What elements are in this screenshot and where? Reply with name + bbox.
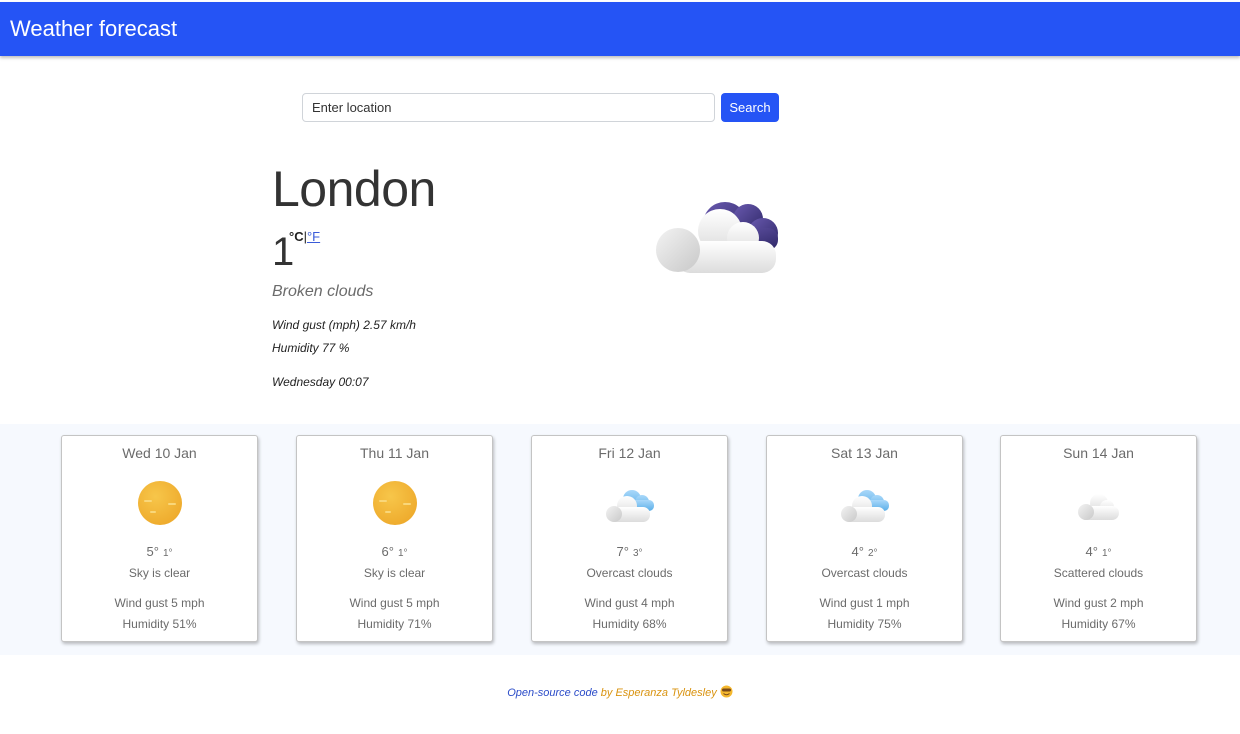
weather-description: Broken clouds: [272, 283, 374, 300]
app-title[interactable]: Weather forecast: [10, 16, 177, 42]
forecast-temps: 5° 1°: [62, 544, 257, 559]
forecast-temps: 6° 1°: [297, 544, 492, 559]
open-source-code-link[interactable]: Open-source code: [507, 687, 598, 699]
forecast-low: 1°: [1101, 548, 1112, 559]
forecast-humidity: Humidity 51%: [122, 617, 197, 631]
sun-icon: [365, 476, 425, 526]
forecast-high: 4°: [851, 544, 864, 559]
forecast-humidity: Humidity 68%: [592, 617, 667, 631]
forecast-humidity: Humidity 71%: [357, 617, 432, 631]
fahrenheit-link[interactable]: °F: [307, 229, 320, 244]
forecast-wind: Wind gust 1 mph: [819, 596, 910, 610]
forecast-wind: Wind gust 5 mph: [349, 596, 440, 610]
footer: Open-source code by Esperanza Tyldesley: [0, 685, 1240, 699]
current-datetime: Wednesday 00:07: [272, 375, 369, 389]
forecast-wind: Wind gust 4 mph: [584, 596, 675, 610]
forecast-humidity: Humidity 75%: [827, 617, 902, 631]
forecast-card: Sat 13 Jan 4° 2° Overcast clouds Wind gus…: [766, 435, 963, 642]
forecast-high: 7°: [616, 544, 629, 559]
smiling-face-icon: [720, 685, 733, 698]
overcast-clouds-icon: [600, 476, 660, 526]
forecast-temps: 4° 2°: [767, 544, 962, 559]
unit-toggle: °C|°F: [289, 229, 320, 244]
location-search-input[interactable]: [302, 93, 715, 122]
forecast-high: 5°: [146, 544, 159, 559]
forecast-day: Sat 13 Jan: [831, 445, 898, 461]
search-button[interactable]: Search: [721, 93, 779, 122]
forecast-high: 4°: [1085, 544, 1098, 559]
forecast-low: 2°: [867, 548, 878, 559]
forecast-day: Sun 14 Jan: [1063, 445, 1134, 461]
city-name: London: [272, 161, 436, 217]
forecast-temps: 4° 1°: [1001, 544, 1196, 559]
forecast-condition: Scattered clouds: [1053, 566, 1144, 580]
forecast-wind: Wind gust 5 mph: [114, 596, 205, 610]
celsius-unit[interactable]: °C: [289, 229, 304, 244]
broken-clouds-night-icon: [650, 186, 790, 286]
forecast-condition: Sky is clear: [128, 566, 191, 580]
author-link[interactable]: by Esperanza Tyldesley: [601, 687, 717, 699]
forecast-card: Thu 11 Jan 6° 1° Sky is clear Wind gust 5…: [296, 435, 493, 642]
top-navbar: Weather forecast: [0, 2, 1240, 56]
forecast-condition: Overcast clouds: [586, 566, 673, 580]
forecast-wind: Wind gust 2 mph: [1053, 596, 1144, 610]
forecast-condition: Overcast clouds: [821, 566, 908, 580]
forecast-low: 1°: [162, 548, 173, 559]
wind-gust: Wind gust (mph) 2.57 km/h: [272, 318, 416, 332]
humidity: Humidity 77 %: [272, 341, 350, 355]
forecast-low: 3°: [632, 548, 643, 559]
forecast-temps: 7° 3°: [532, 544, 727, 559]
forecast-low: 1°: [397, 548, 408, 559]
sun-icon: [130, 476, 190, 526]
forecast-card: Fri 12 Jan 7° 3° Overcast clouds Wind gus…: [531, 435, 728, 642]
forecast-day: Thu 11 Jan: [359, 445, 429, 461]
overcast-clouds-icon: [835, 476, 895, 526]
forecast-condition: Sky is clear: [363, 566, 426, 580]
forecast-high: 6°: [381, 544, 394, 559]
scattered-clouds-icon: [1069, 476, 1129, 526]
forecast-day: Wed 10 Jan: [122, 445, 197, 461]
forecast-day: Fri 12 Jan: [598, 445, 661, 461]
forecast-humidity: Humidity 67%: [1061, 617, 1136, 631]
forecast-card: Wed 10 Jan 5° 1° Sky is clear Wind gust 5…: [61, 435, 258, 642]
forecast-card: Sun 14 Jan 4° 1° Scattered clouds Wind gu…: [1000, 435, 1197, 642]
